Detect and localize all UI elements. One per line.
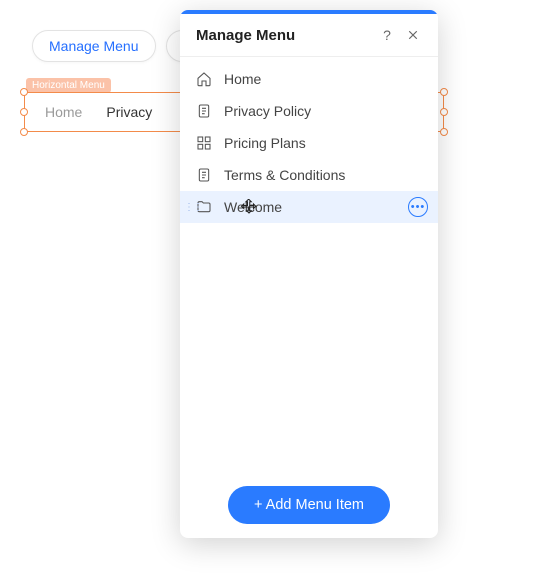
menu-item-privacy[interactable]: Privacy Policy <box>180 95 438 127</box>
menu-item-welcome[interactable]: ⋮⋮ Welcome ••• <box>180 191 438 223</box>
page-icon <box>196 103 212 119</box>
menu-item-label: Welcome <box>224 199 282 215</box>
resize-handle[interactable] <box>440 108 448 116</box>
manage-menu-pill[interactable]: Manage Menu <box>32 30 156 62</box>
selection-badge: Horizontal Menu <box>26 78 111 93</box>
menu-preview-item[interactable]: Home <box>45 104 82 120</box>
resize-handle[interactable] <box>20 128 28 136</box>
menu-item-label: Pricing Plans <box>224 135 306 151</box>
menu-item-terms[interactable]: Terms & Conditions <box>180 159 438 191</box>
resize-handle[interactable] <box>20 108 28 116</box>
help-icon[interactable]: ? <box>378 26 396 44</box>
manage-menu-panel: Manage Menu ? Home Privacy Policy <box>180 10 438 538</box>
resize-handle[interactable] <box>20 88 28 96</box>
add-menu-item-button[interactable]: + Add Menu Item <box>228 486 390 524</box>
close-icon[interactable] <box>404 26 422 44</box>
menu-item-label: Terms & Conditions <box>224 167 345 183</box>
menu-item-label: Home <box>224 71 261 87</box>
menu-preview-item[interactable]: Privacy <box>106 104 152 120</box>
page-icon <box>196 167 212 183</box>
panel-title: Manage Menu <box>196 27 370 44</box>
resize-handle[interactable] <box>440 88 448 96</box>
menu-items-list: Home Privacy Policy Pricing Plans Terms … <box>180 57 438 472</box>
grid-icon <box>196 135 212 151</box>
menu-item-pricing[interactable]: Pricing Plans <box>180 127 438 159</box>
menu-item-label: Privacy Policy <box>224 103 311 119</box>
home-icon <box>196 71 212 87</box>
resize-handle[interactable] <box>440 128 448 136</box>
drag-grip-icon[interactable]: ⋮⋮ <box>184 202 202 213</box>
menu-item-home[interactable]: Home <box>180 63 438 95</box>
more-options-icon[interactable]: ••• <box>408 197 428 217</box>
